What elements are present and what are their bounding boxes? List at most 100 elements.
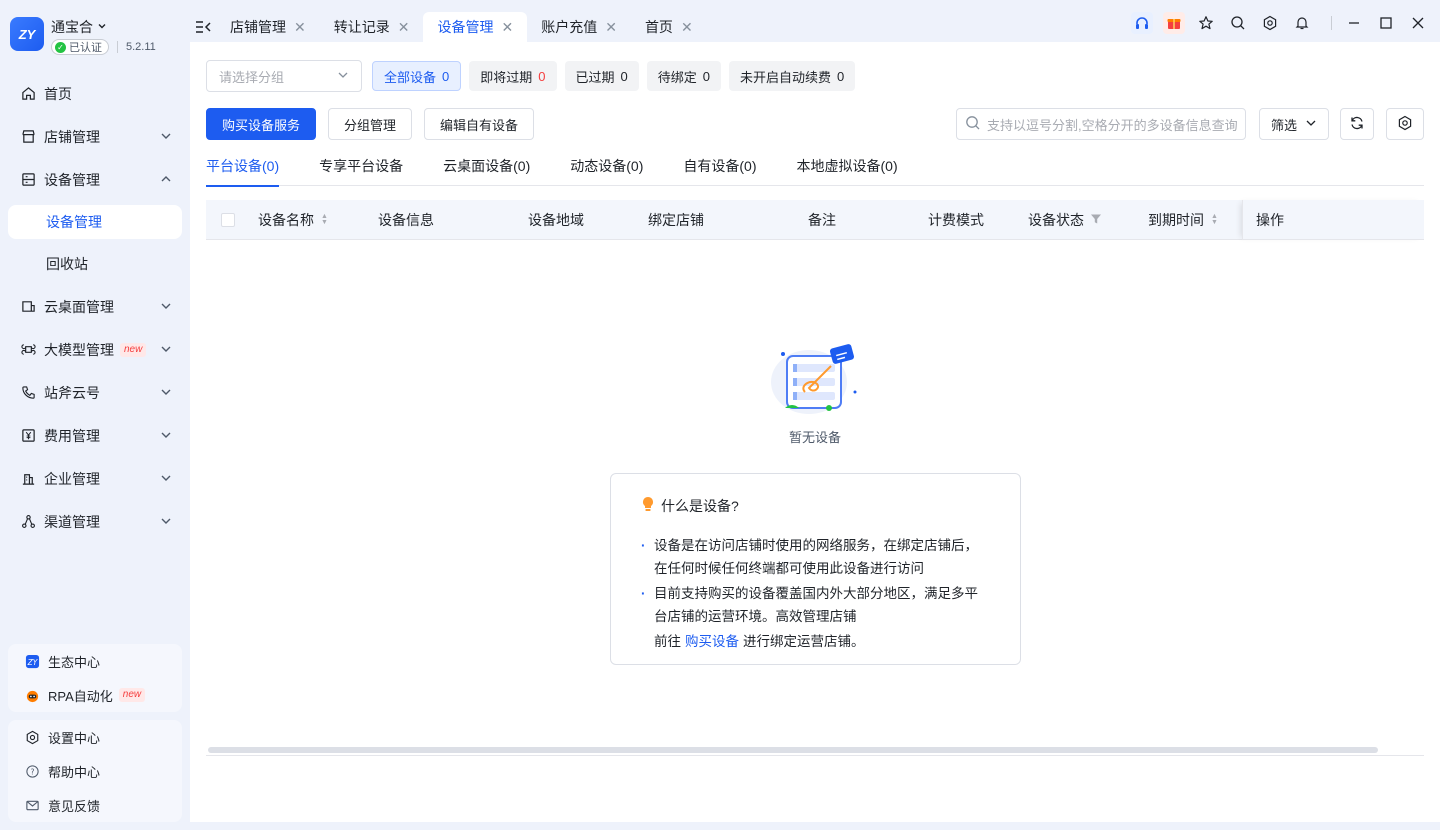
horizontal-scrollbar[interactable]	[208, 747, 1378, 753]
sidebar-item-home[interactable]: 首页	[0, 72, 190, 115]
gift-icon[interactable]	[1163, 12, 1185, 34]
sidebar-item-feedback[interactable]: 意见反馈	[8, 788, 182, 822]
shop-icon	[20, 129, 36, 145]
column-remark: 备注	[808, 212, 836, 228]
tab-home[interactable]: 首页 ✕	[631, 12, 707, 42]
headset-icon[interactable]	[1131, 12, 1153, 34]
tab-bar: 店铺管理 ✕ 转让记录 ✕ 设备管理 ✕ 账户充值 ✕ 首页 ✕	[190, 12, 1440, 42]
sidebar-item-ecosystem[interactable]: ZY 生态中心	[8, 644, 182, 678]
device-type-tabs: 平台设备(0) 专享平台设备 云桌面设备(0) 动态设备(0) 自有设备(0) …	[206, 156, 1424, 187]
column-actions: 操作	[1256, 212, 1284, 228]
sidebar-item-channels[interactable]: 渠道管理	[0, 500, 190, 543]
chevron-down-icon	[160, 299, 172, 311]
sidebar-item-devices[interactable]: 设备管理	[0, 158, 190, 201]
phone-icon	[20, 385, 36, 401]
maximize-icon[interactable]	[1376, 13, 1396, 33]
subtab-local-virtual-devices[interactable]: 本地虚拟设备(0)	[797, 156, 898, 186]
filter-dropdown-button[interactable]: 筛选	[1259, 108, 1329, 140]
subtab-platform-devices[interactable]: 平台设备(0)	[206, 156, 280, 187]
chevron-down-icon	[97, 21, 107, 34]
sidebar-item-rpa[interactable]: RPA自动化 new	[8, 678, 182, 712]
subtab-own-devices[interactable]: 自有设备(0)	[683, 156, 756, 186]
filter-row: 请选择分组 全部设备 0 即将过期 0 已过期 0 待绑定 0 未开启自动续费 0	[206, 60, 863, 92]
subtab-dynamic-devices[interactable]: 动态设备(0)	[570, 156, 643, 186]
sidebar-extras: ZY 生态中心 RPA自动化 new	[8, 644, 182, 712]
sidebar-item-enterprise[interactable]: 企业管理	[0, 457, 190, 500]
settings-icon	[1397, 115, 1413, 134]
window-toolbar	[1131, 12, 1440, 34]
close-icon[interactable]: ✕	[294, 19, 306, 36]
chevron-up-icon	[160, 172, 172, 184]
edit-own-device-button[interactable]: 编辑自有设备	[424, 108, 535, 140]
sidebar-nav: 首页 店铺管理 设备管理 设备管理 回收站 云桌面管理 大模型管理 new 站斧…	[0, 72, 190, 543]
sidebar-subitem-recycle-bin[interactable]: 回收站	[0, 243, 190, 285]
filter-expiring-soon[interactable]: 即将过期 0	[469, 61, 557, 91]
group-management-button[interactable]: 分组管理	[328, 108, 413, 140]
verified-badge: ✓ 已认证	[51, 39, 109, 55]
device-search-input[interactable]: 支持以逗号分割,空格分开的多设备信息查询	[956, 108, 1246, 140]
share-nodes-icon	[20, 514, 36, 530]
filter-all-devices[interactable]: 全部设备 0	[372, 61, 462, 91]
filter-expired[interactable]: 已过期 0	[564, 61, 639, 91]
sidebar-item-phone[interactable]: 站斧云号	[0, 371, 190, 414]
sidebar-item-help[interactable]: ? 帮助中心	[8, 754, 182, 788]
close-window-icon[interactable]	[1408, 13, 1428, 33]
chevron-down-icon	[160, 471, 172, 483]
close-icon[interactable]: ✕	[501, 19, 513, 36]
sort-icon[interactable]: ▲ ▼	[1211, 213, 1218, 226]
info-item-device-coverage: 目前支持购买的设备覆盖国内外大部分地区，满足多平台店铺的运营环境。高效管理店铺	[641, 582, 990, 628]
select-all-checkbox[interactable]	[221, 213, 235, 227]
table-bottom-divider	[206, 755, 1424, 756]
empty-state: 暂无设备	[760, 342, 870, 446]
minimize-icon[interactable]	[1344, 13, 1364, 33]
buy-device-link[interactable]: 购买设备	[685, 634, 739, 649]
building-icon	[20, 471, 36, 487]
chevron-down-icon	[1305, 117, 1317, 132]
chevron-down-icon	[160, 385, 172, 397]
table-settings-button[interactable]	[1386, 108, 1424, 140]
sidebar-subitem-device-management[interactable]: 设备管理	[8, 205, 182, 239]
device-icon	[20, 172, 36, 188]
chevron-down-icon	[160, 428, 172, 440]
buy-device-button[interactable]: 购买设备服务	[206, 108, 317, 140]
subtab-cloud-desktop-devices[interactable]: 云桌面设备(0)	[443, 156, 530, 186]
subtab-exclusive-platform-devices[interactable]: 专享平台设备	[319, 156, 403, 186]
tab-shops[interactable]: 店铺管理 ✕	[216, 12, 320, 42]
sidebar-item-llm[interactable]: 大模型管理 new	[0, 328, 190, 371]
collapse-sidebar-icon[interactable]	[192, 17, 216, 37]
refresh-icon	[1349, 115, 1365, 134]
mail-icon	[24, 797, 40, 813]
toolbar-divider	[1331, 16, 1332, 30]
sidebar-item-cloud-desktop[interactable]: 云桌面管理	[0, 285, 190, 328]
column-device-status[interactable]: 设备状态	[1028, 200, 1102, 240]
tab-device-management[interactable]: 设备管理 ✕	[423, 12, 528, 42]
column-device-name[interactable]: 设备名称 ▲ ▼	[258, 200, 328, 240]
tab-transfer-records[interactable]: 转让记录 ✕	[320, 12, 424, 42]
sidebar-item-shops[interactable]: 店铺管理	[0, 115, 190, 158]
close-icon[interactable]: ✕	[605, 19, 617, 36]
brand[interactable]: ZY 通宝合 ✓ 已认证 5.2.11	[10, 17, 156, 55]
close-icon[interactable]: ✕	[398, 19, 410, 36]
group-select[interactable]: 请选择分组	[206, 60, 362, 92]
star-icon[interactable]	[1195, 12, 1217, 34]
search-icon[interactable]	[1227, 12, 1249, 34]
new-badge: new	[120, 342, 147, 357]
bell-icon[interactable]	[1291, 12, 1313, 34]
info-item-buy-hint: 前往 购买设备 进行绑定运营店铺。	[654, 634, 865, 649]
yen-icon	[20, 428, 36, 444]
filter-pending-binding[interactable]: 待绑定 0	[646, 61, 721, 91]
close-icon[interactable]: ✕	[681, 19, 693, 36]
tab-recharge[interactable]: 账户充值 ✕	[527, 12, 631, 42]
sidebar-item-billing[interactable]: 费用管理	[0, 414, 190, 457]
refresh-button[interactable]	[1340, 108, 1374, 140]
filter-auto-renew-off[interactable]: 未开启自动续费 0	[729, 61, 856, 91]
settings-icon[interactable]	[1259, 12, 1281, 34]
main-panel: 请选择分组 全部设备 0 即将过期 0 已过期 0 待绑定 0 未开启自动续费 0 购买设…	[190, 42, 1440, 822]
sidebar-item-settings[interactable]: 设置中心	[8, 720, 182, 754]
chevron-down-icon	[160, 514, 172, 526]
column-expiry-time[interactable]: 到期时间 ▲ ▼	[1148, 200, 1218, 240]
device-info-card: 什么是设备? 设备是在访问店铺时使用的网络服务，在绑定店铺后，在任何时候任何终端…	[610, 473, 1021, 665]
sort-icon[interactable]: ▲ ▼	[321, 213, 328, 226]
table-header: 设备名称 ▲ ▼ 设备信息 设备地域 绑定店铺 备注 计费模式 设备状态 到期时间…	[206, 200, 1424, 240]
filter-funnel-icon[interactable]	[1090, 212, 1102, 228]
